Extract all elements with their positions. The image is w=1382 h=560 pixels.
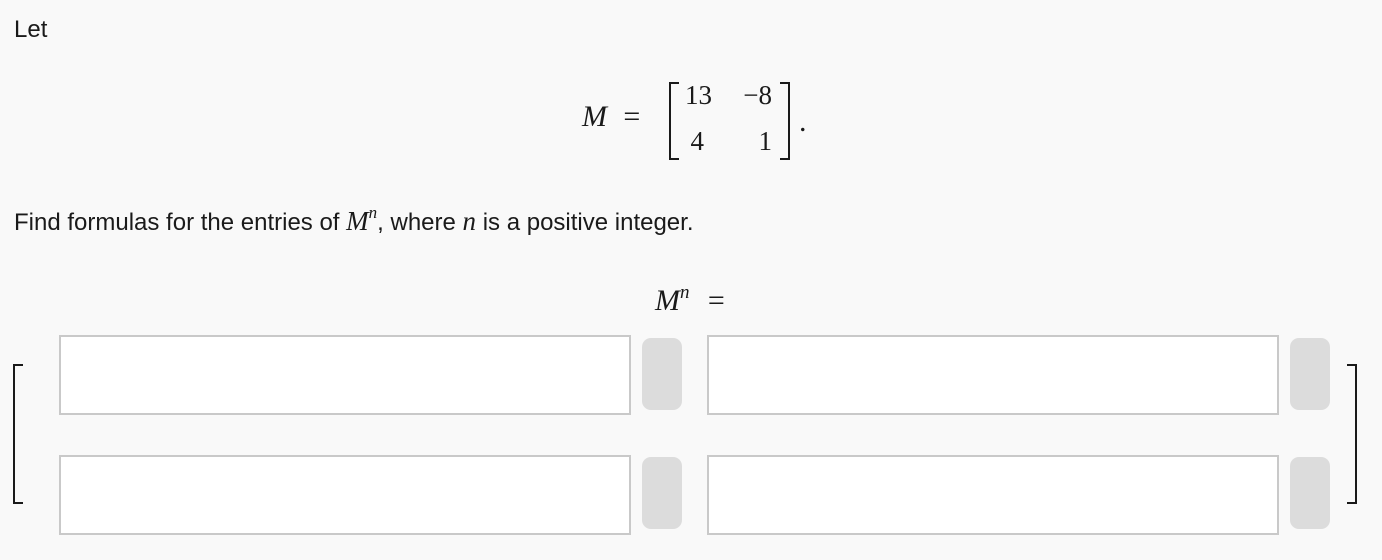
answer-input-row2-col1[interactable]	[59, 455, 631, 535]
answer-label: Mn =	[655, 276, 725, 318]
matrix-symbol: M	[582, 100, 607, 133]
equals-sign: =	[623, 100, 641, 133]
answer-exponent: n	[680, 282, 690, 303]
answer-equals-sign: =	[707, 284, 725, 317]
question-variable: n	[462, 206, 477, 236]
answer-input-row2-col2[interactable]	[707, 455, 1279, 535]
matrix-cell-12: −8	[743, 80, 772, 110]
matrix-right-bracket	[780, 82, 790, 160]
answer-preview-button-row2-col2[interactable]	[1290, 457, 1330, 529]
answer-right-bracket	[1347, 364, 1357, 504]
matrix-definition: M =	[582, 100, 640, 134]
answer-matrix-symbol: M	[655, 284, 680, 317]
question-part-3: is a positive integer.	[476, 209, 694, 236]
matrix-period: .	[799, 105, 807, 138]
matrix-cell-21: 4	[690, 126, 705, 156]
question-part-2: , where	[377, 209, 463, 236]
answer-preview-button-row2-col1[interactable]	[642, 457, 682, 529]
answer-left-bracket	[13, 364, 23, 504]
matrix-cell-11: 13	[685, 80, 712, 110]
answer-preview-button-row1-col2[interactable]	[1290, 338, 1330, 410]
question-matrix-symbol: M	[346, 206, 369, 236]
question-text: Find formulas for the entries of Mn, whe…	[14, 199, 693, 237]
question-exponent: n	[368, 203, 378, 222]
matrix-cell-22: 1	[758, 126, 773, 156]
question-part-1: Find formulas for the entries of	[14, 209, 347, 236]
answer-preview-button-row1-col1[interactable]	[642, 338, 682, 410]
answer-input-row1-col1[interactable]	[59, 335, 631, 415]
intro-text: Let	[14, 16, 48, 43]
answer-input-row1-col2[interactable]	[707, 335, 1279, 415]
